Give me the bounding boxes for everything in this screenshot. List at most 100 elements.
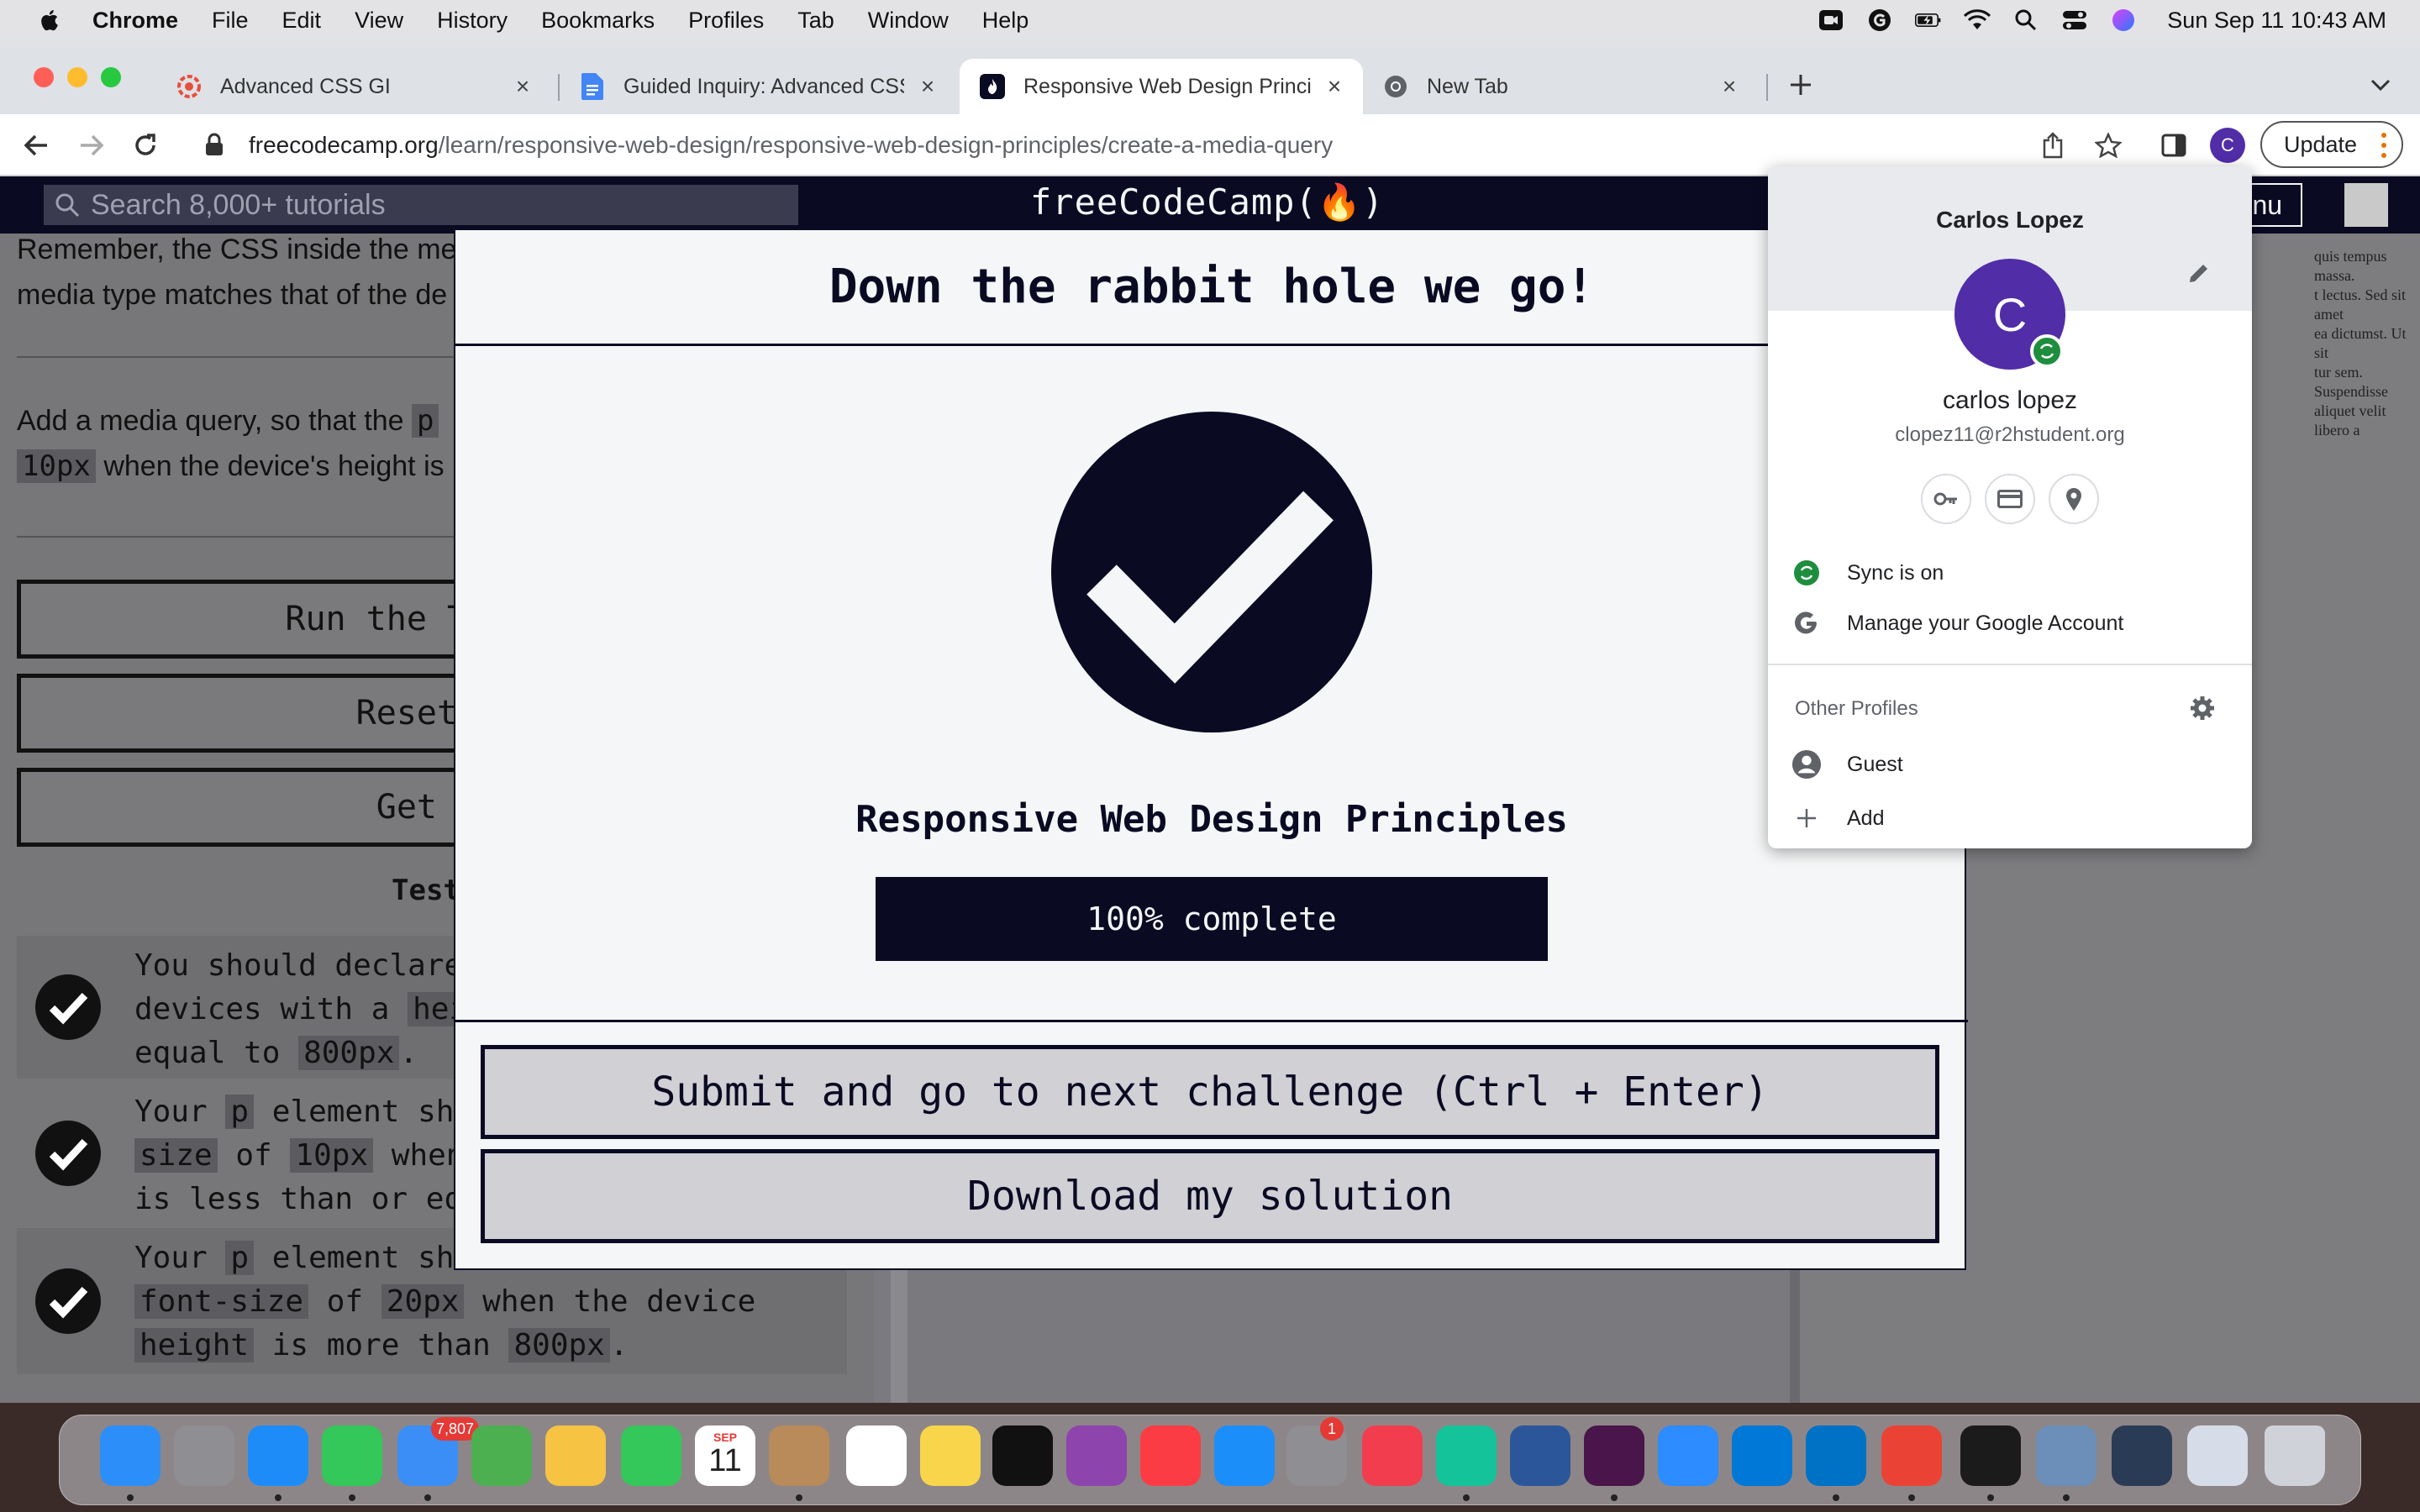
menu-file[interactable]: File [212, 8, 249, 34]
battery-icon[interactable] [1915, 7, 1942, 34]
screenshot-1-dock-icon[interactable] [2112, 1425, 2172, 1486]
menu-edit[interactable]: Edit [282, 8, 322, 34]
code-chip: p [225, 1095, 255, 1129]
kebab-menu-icon[interactable] [2381, 131, 2386, 160]
tab-close-icon[interactable]: × [1718, 75, 1741, 98]
news-dock-icon[interactable] [1362, 1425, 1423, 1486]
certification-name: Responsive Web Design Principles [855, 798, 1568, 841]
profile-avatar-button[interactable]: C [2210, 128, 2245, 163]
menu-window[interactable]: Window [868, 8, 949, 34]
download-solution-button[interactable]: Download my solution [481, 1149, 1939, 1243]
notes-dock-icon[interactable] [920, 1425, 981, 1486]
messages-dock-icon[interactable] [322, 1425, 382, 1486]
window-minimize-icon[interactable] [67, 67, 87, 87]
address-bar[interactable]: freecodecamp.org/learn/responsive-web-de… [187, 122, 2136, 169]
slack-dock-icon[interactable] [1584, 1425, 1644, 1486]
wifi-icon[interactable] [1964, 7, 1991, 34]
tab-search-chevron-icon[interactable] [2365, 69, 2396, 101]
word-dock-icon[interactable] [1510, 1425, 1570, 1486]
window-close-icon[interactable] [34, 67, 54, 87]
menu-tab[interactable]: Tab [797, 8, 834, 34]
app-store-dock-icon[interactable] [1214, 1425, 1275, 1486]
para-line: media type matches that of the de [17, 279, 448, 311]
menu-view[interactable]: View [355, 8, 403, 34]
outlook-dock-icon[interactable] [1806, 1425, 1866, 1486]
menu-help[interactable]: Help [982, 8, 1029, 34]
running-indicator [2063, 1494, 2070, 1501]
payment-card-icon[interactable] [1985, 474, 2035, 524]
tab-new-tab[interactable]: New Tab × [1363, 59, 1758, 114]
completion-modal: Down the rabbit hole we go! Responsive W… [454, 228, 1968, 1270]
preview-line: tur sem. Suspendisse [2314, 364, 2389, 400]
fcc-logo[interactable]: freeCodeCamp(🔥) [1030, 181, 1384, 223]
new-tab-plus-icon[interactable] [1785, 69, 1817, 101]
fcc-search-input[interactable]: Search 8,000+ tutorials [44, 185, 798, 225]
terminal-dock-icon[interactable] [1960, 1425, 2021, 1486]
vscode-dock-icon[interactable] [1732, 1425, 1792, 1486]
contacts-dock-icon[interactable] [769, 1425, 829, 1486]
back-arrow-icon[interactable] [20, 129, 52, 161]
launchpad-dock-icon[interactable] [174, 1425, 234, 1486]
instructions-para-2: Add a media query, so that the p 10px wh… [17, 398, 445, 489]
photos-dock-icon[interactable] [545, 1425, 606, 1486]
window-zoom-icon[interactable] [101, 67, 121, 87]
preview-line: quis tempus massa. [2314, 248, 2387, 284]
test-line: . [609, 1328, 629, 1362]
grammarly-status-icon[interactable] [1866, 7, 1893, 34]
address-location-icon[interactable] [2049, 474, 2099, 524]
menu-bookmarks[interactable]: Bookmarks [541, 8, 655, 34]
apple-logo-icon[interactable] [39, 8, 59, 32]
finder-dock-icon[interactable] [100, 1425, 160, 1486]
edit-pencil-icon[interactable] [2186, 260, 2212, 286]
zoom-dock-icon[interactable] [1658, 1425, 1718, 1486]
forward-arrow-icon[interactable] [76, 129, 108, 161]
tab-close-icon[interactable]: × [511, 75, 534, 98]
spotlight-search-icon[interactable] [2012, 7, 2039, 34]
chrome-dock-icon[interactable] [1881, 1425, 1942, 1486]
menu-profiles[interactable]: Profiles [688, 8, 764, 34]
tab-close-icon[interactable]: × [916, 75, 939, 98]
passwords-key-icon[interactable] [1921, 474, 1971, 524]
share-icon[interactable] [2037, 129, 2069, 161]
test-line: Your [134, 1241, 226, 1275]
control-center-icon[interactable] [2061, 7, 2088, 34]
tests-heading: Test [392, 874, 460, 907]
update-button[interactable]: Update [2260, 121, 2403, 168]
tab-guided-inquiry[interactable]: Guided Inquiry: Advanced CSS × [560, 59, 956, 114]
side-panel-icon[interactable] [2158, 129, 2190, 161]
add-profile-row[interactable]: Add [1768, 795, 2252, 842]
bookmark-star-icon[interactable] [2092, 129, 2124, 161]
facetime-status-icon[interactable] [1818, 7, 1844, 34]
reload-icon[interactable] [129, 129, 161, 161]
facetime-dock-icon[interactable] [621, 1425, 681, 1486]
check-circle-icon [35, 974, 101, 1040]
tab-advanced-css-gi[interactable]: Advanced CSS GI × [156, 59, 551, 114]
reminders-dock-icon[interactable] [846, 1425, 907, 1486]
add-label: Add [1847, 806, 1885, 830]
sync-on-icon [1791, 558, 1822, 588]
manage-google-account-row[interactable]: Manage your Google Account [1768, 600, 2252, 647]
lock-icon[interactable] [205, 133, 229, 158]
submit-next-challenge-button[interactable]: Submit and go to next challenge (Ctrl + … [481, 1045, 1939, 1139]
podcasts-dock-icon[interactable] [1066, 1425, 1127, 1486]
trash-dock-icon[interactable] [2265, 1425, 2325, 1486]
grammarly-dock-icon[interactable] [1436, 1425, 1497, 1486]
calendar-dock-icon[interactable]: SEP 11 [695, 1425, 755, 1486]
chrome-favicon-icon [1383, 74, 1408, 99]
menu-clock[interactable]: Sun Sep 11 10:43 AM [2167, 8, 2386, 34]
preview-dock-icon[interactable] [2036, 1425, 2096, 1486]
screenshot-2-dock-icon[interactable] [2187, 1425, 2248, 1486]
gear-icon[interactable] [2188, 694, 2217, 722]
music-dock-icon[interactable] [1140, 1425, 1201, 1486]
sync-status-row[interactable]: Sync is on [1768, 549, 2252, 596]
siri-icon[interactable] [2110, 7, 2137, 34]
safari-dock-icon[interactable] [248, 1425, 308, 1486]
maps-dock-icon[interactable] [471, 1425, 532, 1486]
tab-responsive-web-design[interactable]: Responsive Web Design Princip × [960, 59, 1363, 114]
menu-app-name[interactable]: Chrome [92, 8, 178, 34]
tv-dock-icon[interactable] [992, 1425, 1053, 1486]
tab-close-icon[interactable]: × [1323, 75, 1346, 98]
menu-history[interactable]: History [437, 8, 508, 34]
guest-profile-row[interactable]: Guest [1768, 741, 2252, 788]
fcc-avatar[interactable] [2344, 183, 2388, 227]
